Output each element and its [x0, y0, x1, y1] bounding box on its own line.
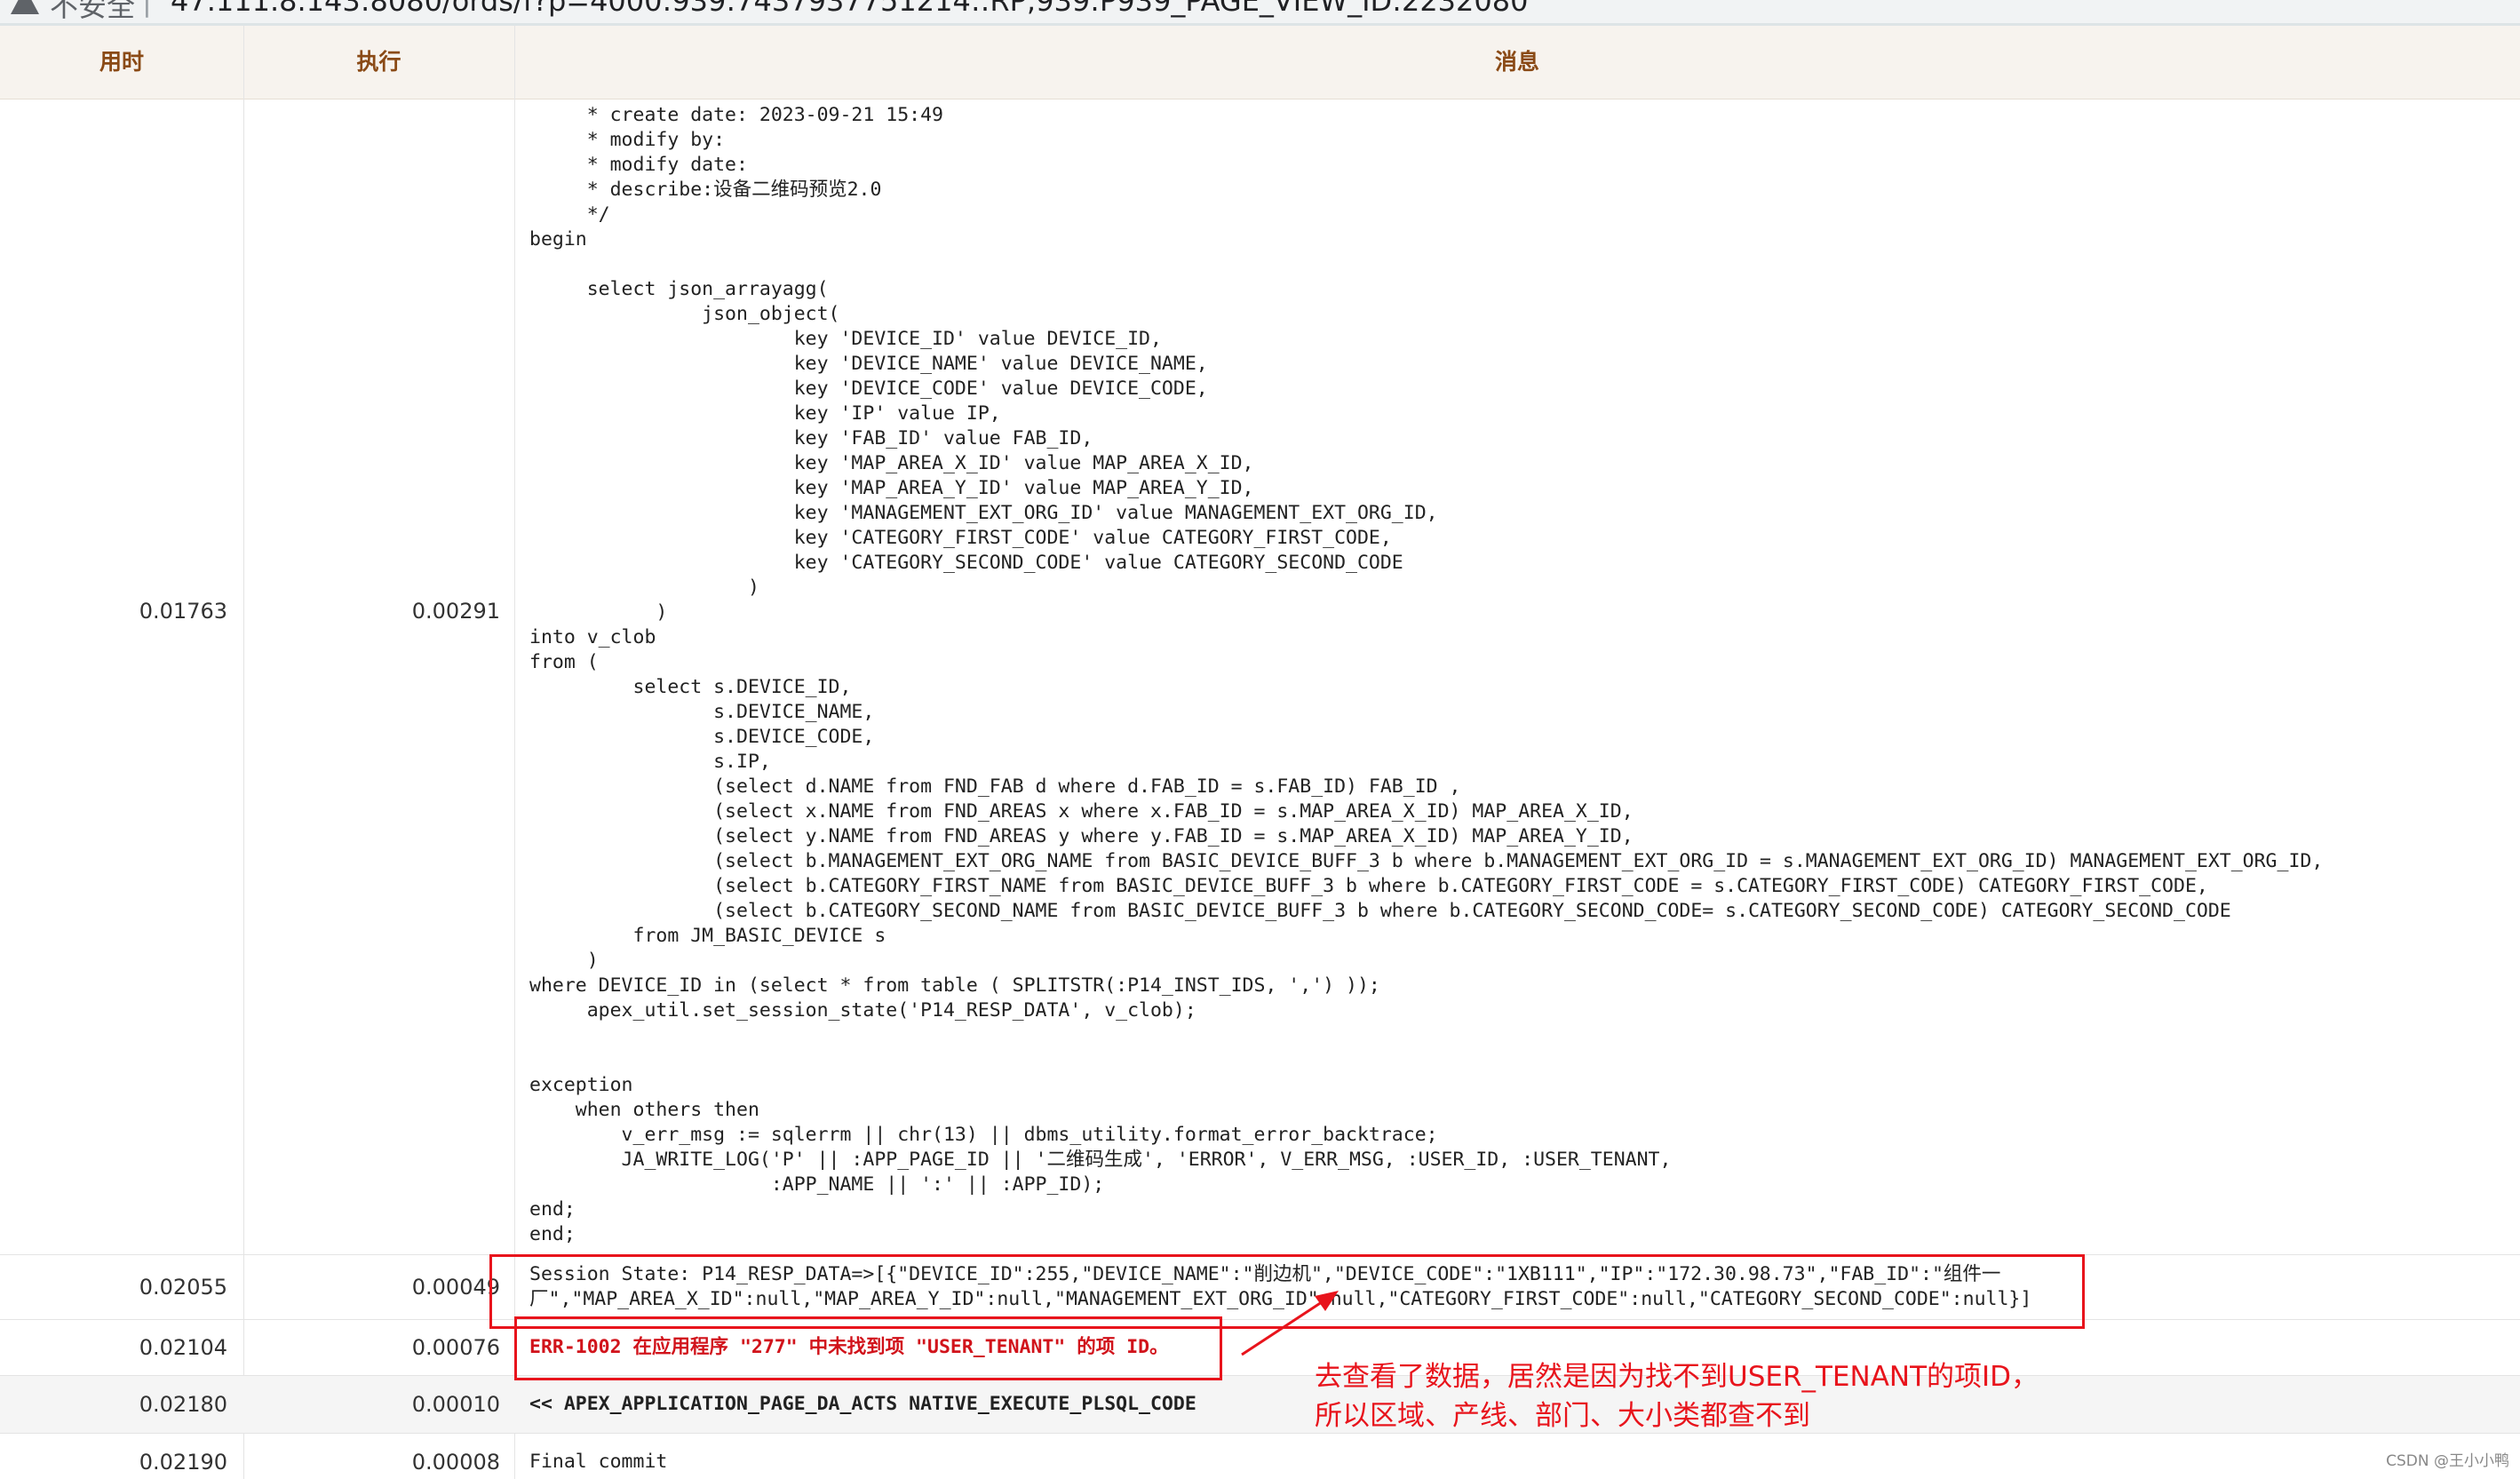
warning-icon	[11, 0, 39, 14]
execution-cell: 0.00008	[411, 1450, 500, 1475]
security-label[interactable]: 不安全	[50, 0, 135, 23]
header-elapsed[interactable]: 用时	[0, 26, 243, 99]
elapsed-cell: 0.02055	[139, 1275, 227, 1300]
message-cell: * create date: 2023-09-21 15:49 * modify…	[529, 104, 2324, 1245]
table-row: 0.01763 0.00291 * create date: 2023-09-2…	[0, 99, 2520, 1255]
address-separator: |	[142, 0, 152, 18]
elapsed-cell: 0.02180	[139, 1392, 227, 1417]
annotation-note-line1: 去查看了数据，居然是因为找不到USER_TENANT的项ID，	[1315, 1361, 2039, 1393]
watermark: CSDN @王小小鸭	[2386, 1452, 2509, 1470]
execution-cell: 0.00010	[411, 1392, 500, 1417]
execution-cell: 0.00291	[411, 599, 500, 624]
table-row: 0.02190 0.00008 Final commit	[0, 1434, 2520, 1479]
address-bar[interactable]: 不安全 | 47.111.8.143:8080/ords/f?p=4000:93…	[0, 0, 2520, 26]
elapsed-cell: 0.02104	[139, 1335, 227, 1360]
table-row: 0.02180 0.00010 << APEX_APPLICATION_PAGE…	[0, 1376, 2520, 1434]
message-cell: Final commit	[529, 1451, 668, 1473]
execution-cell: 0.00049	[411, 1275, 500, 1300]
highlight-box-error	[514, 1316, 1222, 1380]
header-message[interactable]: 消息	[514, 26, 2520, 99]
annotation-note-line2: 所以区域、产线、部门、大小类都查不到	[1315, 1400, 1810, 1432]
message-cell: << APEX_APPLICATION_PAGE_DA_ACTS NATIVE_…	[529, 1393, 1196, 1415]
elapsed-cell: 0.02190	[139, 1450, 227, 1475]
table-header: 用时 执行 消息	[0, 26, 2520, 99]
execution-cell: 0.00076	[411, 1335, 500, 1360]
arrow-icon	[1241, 1291, 1339, 1356]
elapsed-cell: 0.01763	[139, 599, 227, 624]
header-execution[interactable]: 执行	[243, 26, 514, 99]
url-text[interactable]: 47.111.8.143:8080/ords/f?p=4000:939:7437…	[171, 0, 1528, 18]
